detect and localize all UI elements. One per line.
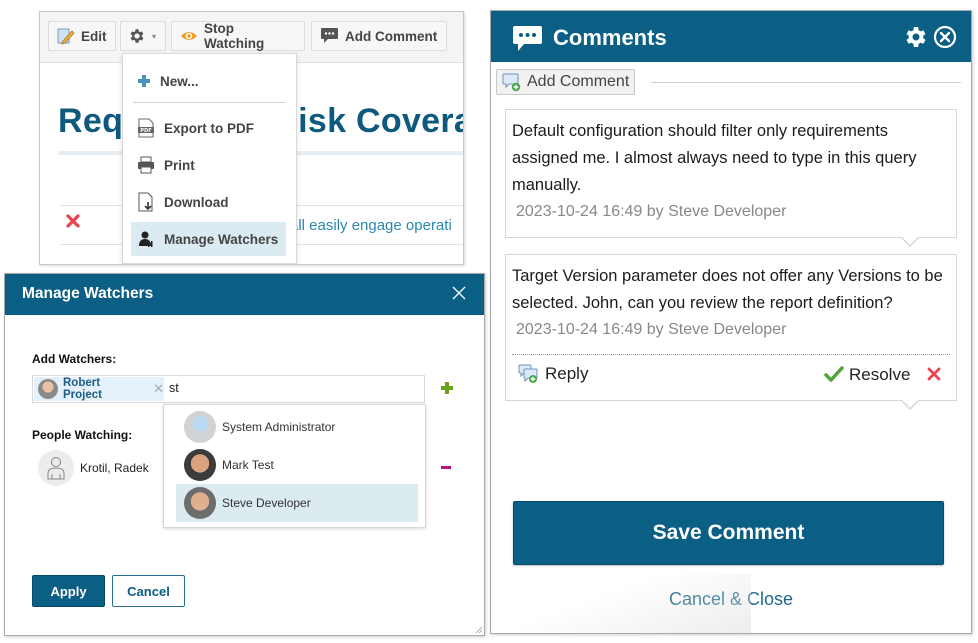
chip-remove-icon[interactable]: ✕ — [153, 381, 164, 397]
add-comment-icon — [502, 73, 521, 92]
avatar — [184, 449, 216, 481]
add-comment-toolbar-button[interactable]: Add Comment — [311, 21, 447, 51]
add-watcher-plus-icon[interactable] — [441, 382, 453, 394]
menu-item-label: Download — [164, 194, 229, 210]
cancel-close-link[interactable]: Cancel & Close — [491, 589, 971, 610]
add-watchers-input[interactable]: Robert Project ✕ st — [32, 375, 425, 403]
comments-panel: Comments Add Comment Default configurati… — [490, 10, 972, 634]
avatar — [38, 450, 74, 486]
menu-item-print[interactable]: Print — [131, 148, 286, 182]
menu-item-download[interactable]: Download — [131, 185, 286, 219]
watchers-icon — [139, 231, 153, 247]
reply-button[interactable]: Reply — [518, 363, 588, 385]
suggestion-name: Mark Test — [222, 458, 274, 472]
printer-icon — [138, 156, 154, 174]
chip-name: Robert Project — [63, 377, 102, 401]
suggestion-item[interactable]: Mark Test — [176, 446, 418, 484]
gear-dropdown-menu: New... PDF Export to PDF Print Download … — [122, 53, 297, 264]
resolve-label: Resolve — [849, 365, 911, 384]
delete-x-icon[interactable] — [927, 367, 941, 381]
comment-meta: 2023-10-24 16:49 by Steve Developer — [516, 203, 787, 220]
card-pointer — [900, 399, 920, 410]
divider — [651, 82, 961, 83]
cancel-button[interactable]: Cancel — [112, 575, 185, 607]
watcher-name: Krotil, Radek — [80, 461, 149, 475]
avatar — [184, 487, 216, 519]
svg-text:PDF: PDF — [140, 128, 151, 134]
edit-label: Edit — [81, 28, 107, 44]
menu-item-label: Export to PDF — [164, 120, 254, 136]
close-icon[interactable] — [450, 284, 468, 302]
comment-meta: 2023-10-24 16:49 by Steve Developer — [516, 321, 787, 338]
comment-card: Default configuration should filter only… — [505, 109, 957, 247]
card-pointer — [900, 236, 920, 247]
close-circle-icon[interactable] — [933, 25, 957, 49]
comments-title: Comments — [553, 25, 667, 50]
comment-text: Default configuration should filter only… — [512, 122, 917, 194]
menu-item-label: New... — [160, 73, 199, 89]
resize-handle-icon[interactable] — [475, 626, 483, 634]
suggestion-name: System Administrator — [222, 420, 336, 434]
download-icon — [138, 192, 153, 212]
dotted-divider — [512, 354, 950, 355]
settings-gear-icon[interactable] — [904, 25, 928, 49]
comments-header: Comments — [491, 11, 971, 62]
dialog-title: Manage Watchers — [22, 285, 154, 302]
edit-icon — [57, 28, 75, 45]
pdf-icon: PDF — [138, 118, 154, 138]
comment-text: Target Version parameter does not offer … — [512, 267, 943, 312]
avatar — [38, 379, 58, 399]
add-comment-button[interactable]: Add Comment — [496, 69, 636, 95]
menu-divider — [133, 102, 286, 103]
stop-watching-button[interactable]: Stop Watching — [171, 21, 305, 51]
add-comment-label: Add Comment — [345, 28, 438, 44]
user-placeholder-icon — [47, 457, 65, 480]
dialog-header: Manage Watchers — [5, 274, 484, 315]
check-icon — [824, 366, 844, 382]
status-x-icon — [66, 214, 80, 228]
menu-item-new[interactable]: New... — [131, 64, 286, 98]
avatar — [184, 411, 216, 443]
resolve-button[interactable]: Resolve — [824, 365, 910, 385]
chevron-down-icon: ▾ — [152, 31, 157, 41]
watcher-item: Krotil, Radek — [38, 450, 149, 486]
gear-menu-button[interactable]: ▾ — [120, 21, 166, 51]
document-page-panel: Reqisk Covera ) all easily engage operat… — [39, 11, 464, 265]
page-heading-right: isk Covera — [298, 102, 464, 140]
save-comment-button[interactable]: Save Comment — [513, 501, 944, 565]
reply-label: Reply — [545, 364, 589, 383]
search-text: st — [169, 381, 179, 395]
comment-icon — [321, 28, 338, 43]
manage-watchers-dialog: Manage Watchers Add Watchers: Robert Pro… — [4, 273, 485, 636]
plus-icon — [138, 75, 150, 87]
eye-icon — [181, 32, 197, 40]
people-watching-label: People Watching: — [32, 428, 133, 442]
suggestion-item-highlighted[interactable]: Steve Developer — [176, 484, 418, 522]
reply-icon — [518, 364, 538, 383]
apply-button[interactable]: Apply — [32, 575, 105, 607]
page-heading-left: Req — [58, 102, 124, 140]
menu-item-label: Manage Watchers — [164, 231, 279, 247]
suggestion-item[interactable]: System Administrator — [176, 408, 418, 446]
comment-card: Target Version parameter does not offer … — [505, 254, 957, 410]
suggestion-name: Steve Developer — [222, 496, 311, 510]
user-suggestions-dropdown: System Administrator Mark Test Steve Dev… — [163, 404, 426, 528]
gear-icon — [130, 29, 144, 43]
menu-item-export-pdf[interactable]: PDF Export to PDF — [131, 111, 286, 145]
selected-user-chip: Robert Project ✕ — [34, 377, 164, 401]
add-watchers-label: Add Watchers: — [32, 352, 117, 366]
row-link-text[interactable]: all easily engage operati — [290, 217, 452, 234]
menu-item-manage-watchers[interactable]: Manage Watchers — [131, 222, 286, 256]
add-comment-label: Add Comment — [527, 73, 630, 90]
edit-button[interactable]: Edit — [48, 21, 116, 51]
comments-icon — [513, 26, 542, 51]
remove-watcher-icon[interactable] — [441, 466, 451, 469]
menu-item-label: Print — [164, 157, 195, 173]
stop-watching-label: Stop Watching — [204, 21, 265, 51]
